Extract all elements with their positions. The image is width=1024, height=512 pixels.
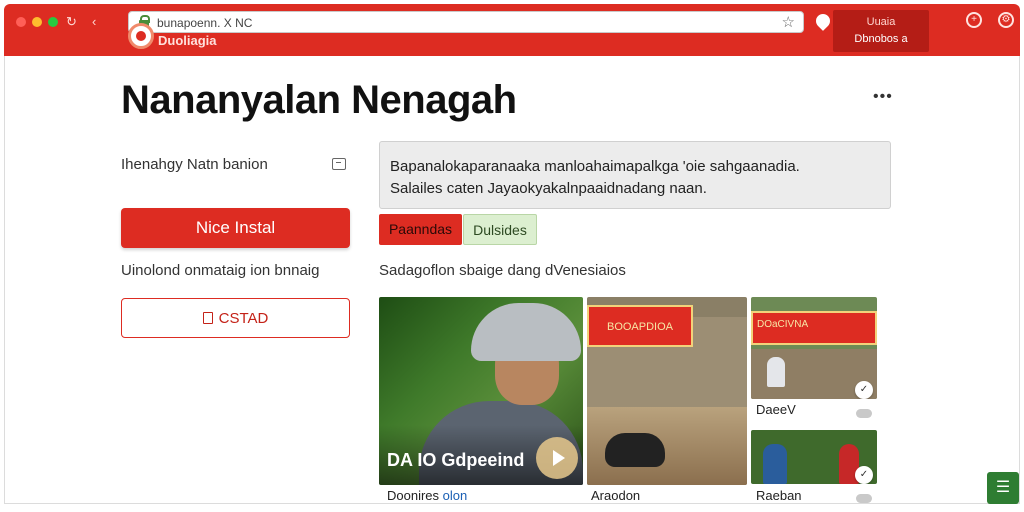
featured-caption-link[interactable]: olon [443, 488, 468, 503]
promo-banner[interactable]: Uuaia Dbnobos a [833, 10, 929, 52]
photo-person-blue [763, 444, 787, 484]
more-icon[interactable]: ••• [873, 88, 893, 106]
photo-card-right-bottom[interactable]: ✓ [751, 430, 877, 484]
install-button[interactable]: Nice Instal [121, 208, 350, 248]
secondary-button-label: CSTAD [218, 309, 269, 327]
section-label: Sadagoflon sbaige dang dVenesiaios [379, 262, 626, 279]
new-tab-icon[interactable]: + [966, 12, 982, 28]
left-note: Uinolond onmataig ion bnnaig [121, 262, 320, 279]
description-line-2: Salailes caten Jayaokyakalnpaaidnadang n… [390, 180, 707, 197]
description-box: Bapanalokaparanaaka manloahaimapalkga 'o… [379, 141, 891, 209]
star-icon[interactable]: ☆ [782, 13, 795, 31]
left-label: Ihenahgy Natn banion [121, 156, 268, 173]
featured-video-card[interactable]: DA IO Gdpeeind [379, 297, 583, 485]
window-controls [16, 17, 58, 27]
check-icon[interactable]: ✓ [855, 466, 873, 484]
featured-caption[interactable]: Doonires olon [387, 488, 467, 503]
browser-titlebar: ↻ ‹ bunapoenn. X NC ☆ Duoliagia Uuaia Db… [4, 4, 1020, 56]
extension-icon[interactable] [813, 11, 833, 31]
village-caption[interactable]: Araodon [591, 488, 640, 503]
video-title: DA IO Gdpeeind [387, 450, 525, 470]
check-icon[interactable]: ✓ [855, 381, 873, 399]
right-bottom-caption[interactable]: Raeban [756, 488, 802, 503]
tab-second[interactable]: Dulsides [463, 214, 537, 245]
promo-line-1: Uuaia [866, 16, 896, 28]
settings-icon[interactable]: ⚙ [998, 12, 1014, 28]
play-icon[interactable] [536, 437, 578, 479]
photo-banner: BOOAPDIOA [587, 305, 693, 347]
photo-card-village[interactable]: BOOAPDIOA [587, 297, 747, 485]
address-url[interactable]: bunapoenn. X NC [157, 16, 252, 30]
photo-person [767, 357, 785, 387]
site-name[interactable]: Duoliagia [158, 33, 217, 48]
photo-sign: DOaCIVNA [751, 311, 877, 345]
edit-icon[interactable] [332, 158, 346, 170]
right-top-caption[interactable]: DaeeV [756, 402, 796, 417]
minimize-window-button[interactable] [32, 17, 42, 27]
page-title: Nananyalan Nenagah [121, 78, 517, 122]
featured-caption-text: Doonires [387, 488, 440, 503]
menu-icon[interactable]: ☰ [987, 472, 1019, 504]
cloud-icon [856, 494, 872, 503]
secondary-button[interactable]: CSTAD [121, 298, 350, 338]
bookmark-icon [202, 312, 213, 324]
close-window-button[interactable] [16, 17, 26, 27]
description-line-1: Bapanalokaparanaaka manloahaimapalkga 'o… [390, 158, 800, 175]
tab-first[interactable]: Paanndas [379, 214, 462, 245]
site-logo[interactable] [128, 23, 154, 49]
back-icon[interactable]: ‹ [92, 13, 96, 31]
photo-motorbike [605, 433, 665, 467]
photo-card-right-top[interactable]: DOaCIVNA ✓ [751, 297, 877, 399]
cloud-icon [856, 409, 872, 418]
maximize-window-button[interactable] [48, 17, 58, 27]
address-bar[interactable]: bunapoenn. X NC ☆ [128, 11, 804, 33]
reload-icon[interactable]: ↻ [66, 13, 77, 31]
promo-line-2: Dbnobos a [854, 33, 908, 45]
